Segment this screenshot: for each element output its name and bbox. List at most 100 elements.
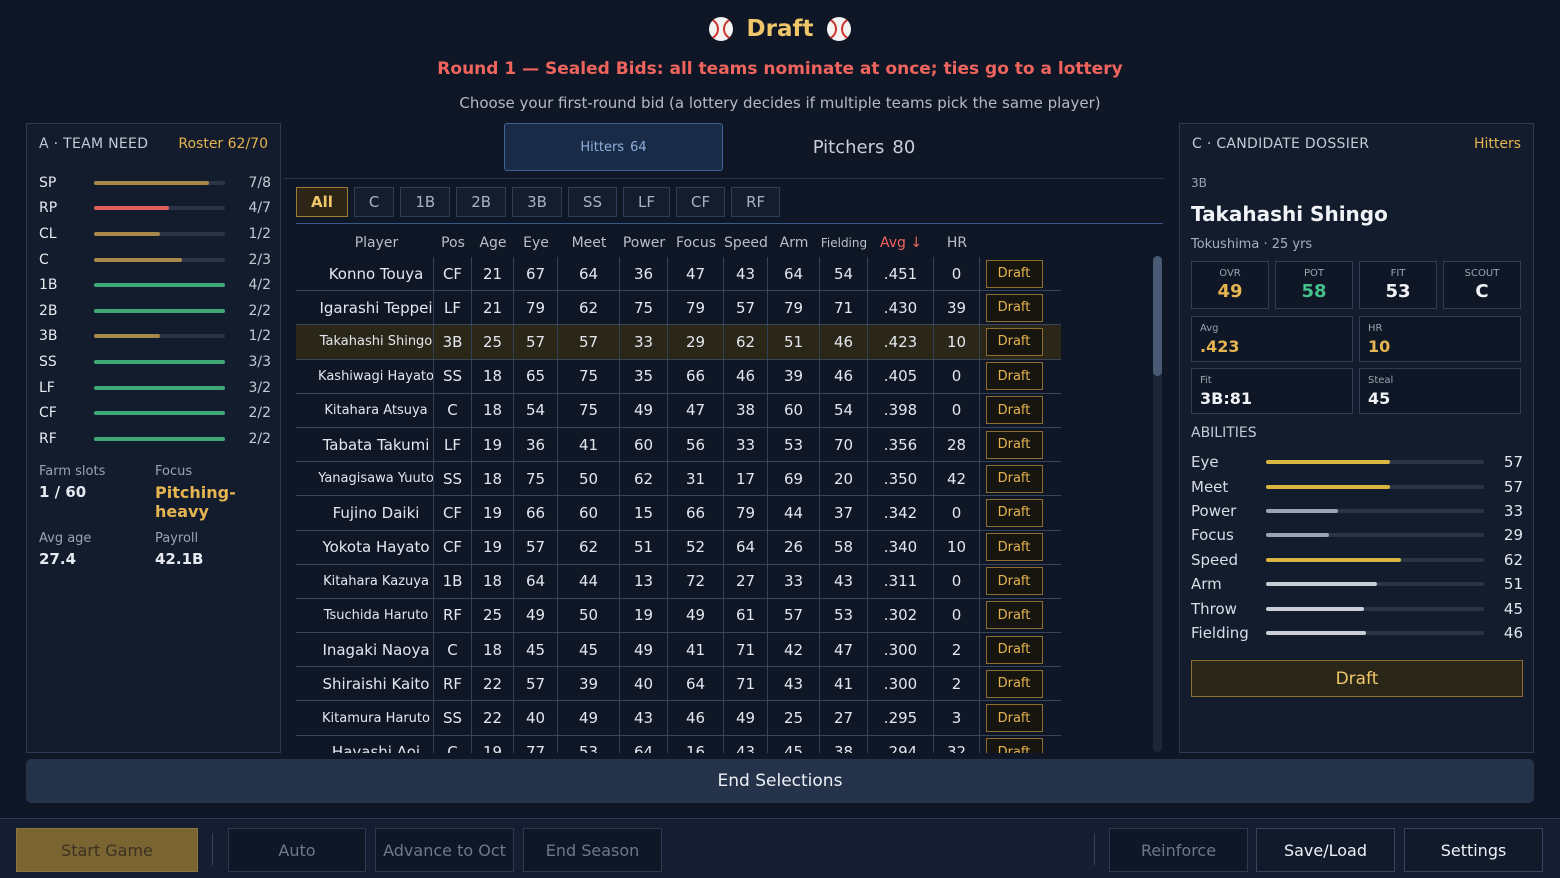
cell-power: 15 — [620, 496, 668, 530]
cell-avg: .430 — [868, 291, 934, 325]
col-age[interactable]: Age — [472, 229, 514, 257]
scrollbar-thumb[interactable] — [1153, 256, 1162, 376]
cell-name: Tsuchida Haruto — [296, 598, 434, 633]
need-position: 1B — [39, 277, 58, 294]
auto-button[interactable]: Auto — [228, 828, 366, 872]
page-title: Draft — [746, 16, 814, 42]
end-season-button[interactable]: End Season — [523, 828, 662, 872]
need-bar — [94, 257, 225, 262]
cell-focus: 29 — [668, 325, 724, 359]
filter-c[interactable]: C — [353, 187, 395, 217]
tab-hitters[interactable]: Hitters 64 — [504, 123, 723, 171]
cell-eye: 57 — [514, 530, 558, 564]
draft-button[interactable]: Draft — [985, 635, 1043, 664]
draft-button[interactable]: Draft — [985, 259, 1043, 288]
table-row[interactable]: Takahashi Shingo 3B 25 57 57 33 29 62 51 46.423 10… — [296, 325, 1061, 360]
ability-bar-fill — [1266, 533, 1330, 538]
table-header: Player Pos Age Eye Meet Power Focus Spee… — [296, 229, 1061, 257]
col-power[interactable]: Power — [620, 229, 668, 257]
table-row[interactable]: Fujino Daiki CF 19 66 60 15 66 79 44 37.342 0 Draft — [296, 496, 1061, 531]
farm-slots-label: Farm slots — [39, 464, 106, 479]
cell-hr: 2 — [934, 667, 980, 701]
filter-all[interactable]: All — [296, 187, 348, 217]
need-bar-fill — [94, 257, 182, 262]
settings-button[interactable]: Settings — [1404, 828, 1543, 872]
start-game-button[interactable]: Start Game — [16, 828, 198, 872]
need-count: 3/2 — [248, 379, 271, 396]
filter-2b[interactable]: 2B — [456, 187, 507, 217]
need-row-cf: CF 2/2 — [39, 400, 271, 426]
table-row[interactable]: Inagaki Naoya C 18 45 45 49 41 71 42 47.300 2 Draft — [296, 633, 1061, 668]
col-meet[interactable]: Meet — [558, 229, 620, 257]
cell-fielding: 70 — [820, 427, 868, 462]
ability-value: 57 — [1503, 453, 1523, 472]
col-fielding[interactable]: Fielding — [820, 229, 868, 257]
table-row[interactable]: Kitamura Haruto SS 22 40 49 43 46 49 25 27.295 3 Dr… — [296, 701, 1061, 736]
cell-focus: 47 — [668, 257, 724, 291]
filter-ss[interactable]: SS — [567, 187, 617, 217]
draft-button[interactable]: Draft — [985, 738, 1043, 753]
tab-pitchers-label: Pitchers — [812, 136, 885, 158]
cell-speed: 71 — [724, 633, 768, 667]
filter-3b[interactable]: 3B — [512, 187, 562, 217]
draft-button[interactable]: Draft — [985, 430, 1043, 459]
fit-box: FIT 53 — [1359, 261, 1437, 309]
save-load-button[interactable]: Save/Load — [1256, 828, 1395, 872]
col-hr[interactable]: HR — [934, 229, 980, 257]
filter-divider — [296, 223, 1163, 224]
table-row[interactable]: Konno Touya CF 21 67 64 36 47 43 64 54.451 0 Draft — [296, 257, 1061, 292]
table-row[interactable]: Yokota Hayato CF 19 57 62 51 52 64 26 58.340 10 Dra… — [296, 530, 1061, 565]
draft-button[interactable]: Draft — [985, 533, 1043, 562]
dossier-draft-button[interactable]: Draft — [1191, 660, 1523, 697]
draft-button[interactable]: Draft — [985, 704, 1043, 733]
ability-bar — [1266, 508, 1484, 513]
col-speed[interactable]: Speed — [724, 229, 768, 257]
table-row[interactable]: Kitahara Kazuya 1B 18 64 44 13 72 27 33 43.311 0 Dr… — [296, 564, 1061, 599]
filter-lf[interactable]: LF — [622, 187, 670, 217]
col-pos[interactable]: Pos — [434, 229, 472, 257]
cell-speed: 62 — [724, 325, 768, 359]
draft-button[interactable]: Draft — [985, 396, 1043, 425]
cell-name: Kitahara Atsuya — [296, 393, 434, 427]
table-scrollbar[interactable] — [1153, 256, 1162, 752]
tab-pitchers-count: 80 — [892, 136, 916, 158]
cell-power: 62 — [620, 462, 668, 496]
draft-button[interactable]: Draft — [985, 327, 1043, 356]
table-row[interactable]: Tsuchida Haruto RF 25 49 50 19 49 61 57 53.302 0 Dr… — [296, 598, 1061, 634]
filter-1b[interactable]: 1B — [400, 187, 451, 217]
cell-arm: 39 — [768, 359, 820, 393]
table-row[interactable]: Kashiwagi Hayato SS 18 65 75 35 66 46 39 46.405 0 D… — [296, 359, 1061, 394]
draft-button[interactable]: Draft — [985, 567, 1043, 596]
cell-fielding: 71 — [820, 291, 868, 325]
draft-button[interactable]: Draft — [985, 669, 1043, 698]
table-row[interactable]: Kitahara Atsuya C 18 54 75 49 47 38 60 54.398 0 Dra… — [296, 393, 1061, 428]
tab-pitchers[interactable]: Pitchers 80 — [744, 123, 984, 171]
col-player[interactable]: Player — [296, 229, 434, 257]
col-focus[interactable]: Focus — [668, 229, 724, 257]
draft-button[interactable]: Draft — [985, 293, 1043, 322]
ability-row-speed: Speed 62 — [1191, 548, 1523, 572]
table-row[interactable]: Shiraishi Kaito RF 22 57 39 40 64 71 43 41.300 2 Dr… — [296, 667, 1061, 702]
need-row-1b: 1B 4/2 — [39, 272, 271, 298]
col-arm[interactable]: Arm — [768, 229, 820, 257]
table-row[interactable]: Hayashi Aoi C 19 77 53 64 16 43 45 38.294 32 Draft — [296, 735, 1061, 753]
draft-button[interactable]: Draft — [985, 601, 1043, 630]
reinforce-button[interactable]: Reinforce — [1109, 828, 1248, 872]
col-eye[interactable]: Eye — [514, 229, 558, 257]
table-row[interactable]: Tabata Takumi LF 19 36 41 60 56 33 53 70.356 28 Dra… — [296, 427, 1061, 463]
draft-button[interactable]: Draft — [985, 362, 1043, 391]
ability-bar — [1266, 630, 1484, 635]
advance-button[interactable]: Advance to Oct — [375, 828, 514, 872]
cell-age: 19 — [472, 427, 514, 462]
need-bar-fill — [94, 359, 225, 364]
col-avg-sorted[interactable]: Avg ↓ — [868, 229, 934, 257]
end-selections-button[interactable]: End Selections — [26, 759, 1534, 803]
draft-button[interactable]: Draft — [985, 498, 1043, 527]
cell-fielding: 54 — [820, 393, 868, 427]
filter-rf[interactable]: RF — [731, 187, 781, 217]
draft-button[interactable]: Draft — [985, 464, 1043, 493]
table-row[interactable]: Yanagisawa Yuuto SS 18 75 50 62 31 17 69 20.350 42… — [296, 462, 1061, 497]
filter-cf[interactable]: CF — [675, 187, 726, 217]
dossier-position: 3B — [1191, 176, 1207, 190]
table-row[interactable]: Igarashi Teppei LF 21 79 62 75 79 57 79 71.430 39 D… — [296, 291, 1061, 326]
